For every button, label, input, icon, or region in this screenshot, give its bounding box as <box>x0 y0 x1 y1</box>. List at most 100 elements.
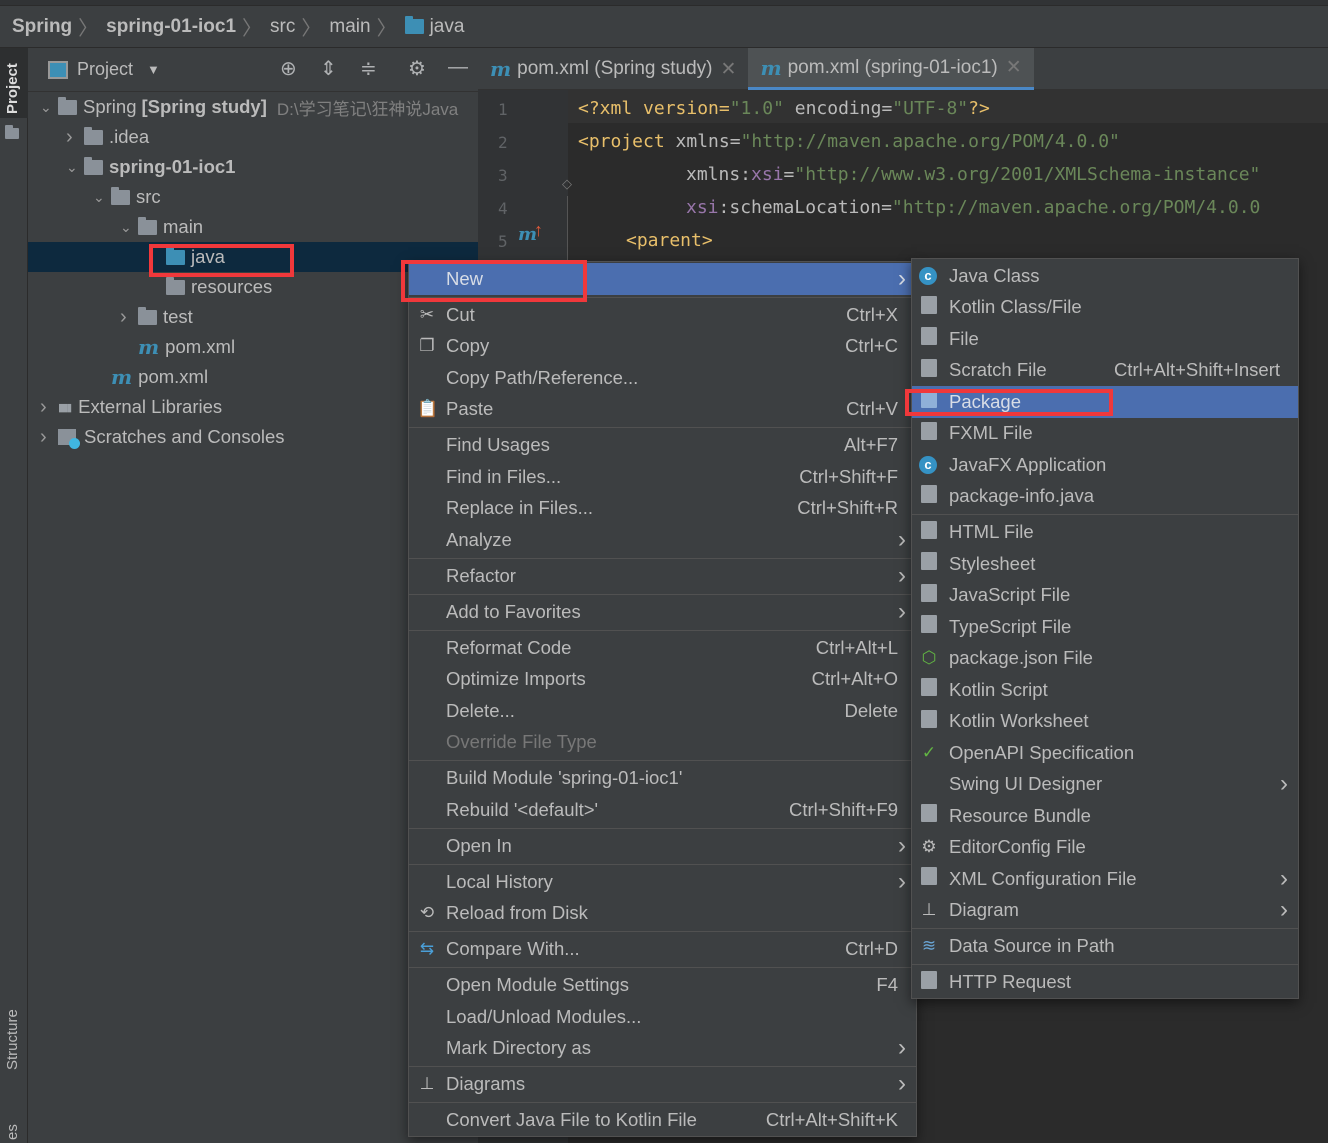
tree-item[interactable]: ⌄ main <box>28 212 478 242</box>
project-tool-tab[interactable]: Project <box>0 48 28 118</box>
menu-item-html-file[interactable]: HTML File <box>912 517 1298 549</box>
chevron-down-icon[interactable]: ⌄ <box>93 189 111 206</box>
menu-item-diagrams[interactable]: ⊥ Diagrams › <box>409 1069 916 1101</box>
expand-all-icon[interactable]: ⇕ <box>320 56 337 81</box>
menu-item-local-history[interactable]: Local History › <box>409 866 916 898</box>
close-icon[interactable]: ✕ <box>721 58 737 81</box>
menu-item-find-usages[interactable]: Find Usages Alt+F7 <box>409 430 916 462</box>
menu-item-javafx-application[interactable]: c JavaFX Application <box>912 449 1298 481</box>
menu-item-scratch-file[interactable]: Scratch File Ctrl+Alt+Shift+Insert <box>912 355 1298 387</box>
menu-item-resource-bundle[interactable]: Resource Bundle <box>912 800 1298 832</box>
chevron-right-icon: › <box>898 525 906 553</box>
menu-item-swing-ui-designer[interactable]: Swing UI Designer › <box>912 769 1298 801</box>
menu-item-paste[interactable]: 📋 Paste Ctrl+V <box>409 394 916 426</box>
structure-tool-tab[interactable]: Structure <box>4 1009 21 1070</box>
menu-item-shortcut: Ctrl+Alt+L <box>815 636 898 658</box>
chevron-right-icon[interactable]: › <box>120 306 138 329</box>
kotlin-file-icon <box>919 295 939 319</box>
menu-item-label: Reformat Code <box>446 636 572 658</box>
breadcrumb-item[interactable]: spring-01-ioc1 <box>106 16 236 38</box>
menu-item-reformat-code[interactable]: Reformat Code Ctrl+Alt+L <box>409 632 916 664</box>
menu-item-stylesheet[interactable]: Stylesheet <box>912 548 1298 580</box>
folder-icon <box>111 186 130 205</box>
menu-item-kotlin-worksheet[interactable]: Kotlin Worksheet <box>912 706 1298 738</box>
menu-item-openapi-specification[interactable]: ✓ OpenAPI Specification <box>912 737 1298 769</box>
chevron-right-icon[interactable]: › <box>66 126 84 149</box>
gear-icon[interactable]: ⚙ <box>408 56 426 81</box>
menu-item-new[interactable]: New › <box>409 263 916 295</box>
menu-item-http-request[interactable]: HTTP Request <box>912 967 1298 999</box>
menu-item-label: Replace in Files... <box>446 497 594 519</box>
menu-item-kotlin-class-file[interactable]: Kotlin Class/File <box>912 292 1298 324</box>
menu-item-diagram[interactable]: ⊥ Diagram › <box>912 895 1298 927</box>
menu-item-load-unload-modules[interactable]: Load/Unload Modules... <box>409 1001 916 1033</box>
menu-item-label: Swing UI Designer <box>949 773 1103 795</box>
menu-item-javascript-file[interactable]: JavaScript File <box>912 580 1298 612</box>
tab-pom-xml[interactable]: m pom.xml (Spring study) ✕ <box>478 48 748 90</box>
breadcrumb-item[interactable]: main <box>329 16 370 38</box>
menu-item-compare-with[interactable]: ⇆ Compare With... Ctrl+D <box>409 934 916 966</box>
collapse-all-icon[interactable]: ≑ <box>360 56 377 81</box>
folder-icon <box>404 16 424 34</box>
menu-item-build-module-spring-01-ioc1[interactable]: Build Module 'spring-01-ioc1' <box>409 763 916 795</box>
menu-item-delete[interactable]: Delete... Delete <box>409 695 916 727</box>
chevron-right-icon[interactable]: › <box>40 396 58 419</box>
fold-icon[interactable]: ◇ <box>562 176 572 192</box>
minimize-icon[interactable]: — <box>448 56 468 79</box>
menu-item-file[interactable]: File <box>912 323 1298 355</box>
breadcrumb-item[interactable]: java <box>430 16 465 38</box>
menu-item-label: Kotlin Script <box>949 678 1048 700</box>
tree-item[interactable]: ⌄ src <box>28 182 478 212</box>
tree-item-label: resources <box>191 276 273 297</box>
tree-item[interactable]: › .idea <box>28 122 478 152</box>
menu-item-refactor[interactable]: Refactor › <box>409 560 916 592</box>
menu-item-open-module-settings[interactable]: Open Module Settings F4 <box>409 970 916 1002</box>
menu-item-add-to-favorites[interactable]: Add to Favorites › <box>409 596 916 628</box>
menu-item-copy-path-reference[interactable]: Copy Path/Reference... <box>409 362 916 394</box>
menu-item-label: Load/Unload Modules... <box>446 1005 642 1027</box>
menu-item-mark-directory-as[interactable]: Mark Directory as › <box>409 1033 916 1065</box>
menu-item-kotlin-script[interactable]: Kotlin Script <box>912 674 1298 706</box>
menu-item-copy[interactable]: ❐ Copy Ctrl+C <box>409 331 916 363</box>
project-view-selector[interactable]: Project <box>77 59 133 80</box>
compare-icon: ⇆ <box>419 939 435 959</box>
copy-icon: ❐ <box>419 336 435 356</box>
locate-icon[interactable]: ⊕ <box>280 56 297 81</box>
menu-item-cut[interactable]: ✂ Cut Ctrl+X <box>409 299 916 331</box>
menu-item-package-info-java[interactable]: package-info.java <box>912 481 1298 513</box>
menu-item-label: Cut <box>446 303 475 325</box>
chevron-right-icon[interactable]: › <box>40 426 58 449</box>
menu-item-reload-from-disk[interactable]: ⟲ Reload from Disk <box>409 898 916 930</box>
tree-item[interactable]: ⌄ Spring [Spring study] D:\学习笔记\狂神说Java <box>28 92 478 122</box>
menu-item-java-class[interactable]: c Java Class <box>912 260 1298 292</box>
close-icon[interactable]: ✕ <box>1006 56 1022 79</box>
project-tool-label[interactable]: Project <box>4 63 21 114</box>
menu-item-convert-java-file-to-kotlin-file[interactable]: Convert Java File to Kotlin File Ctrl+Alt… <box>409 1105 916 1137</box>
menu-item-label: Add to Favorites <box>446 600 581 622</box>
menu-item-editorconfig-file[interactable]: ⚙ EditorConfig File <box>912 832 1298 864</box>
menu-item-fxml-file[interactable]: FXML File <box>912 418 1298 450</box>
favorites-tool-tab[interactable]: es <box>4 1124 21 1140</box>
menu-item-package-json-file[interactable]: ⬡ package.json File <box>912 643 1298 675</box>
menu-item-xml-configuration-file[interactable]: XML Configuration File › <box>912 863 1298 895</box>
menu-item-optimize-imports[interactable]: Optimize Imports Ctrl+Alt+O <box>409 664 916 696</box>
menu-item-data-source-in-path[interactable]: ≋ Data Source in Path <box>912 931 1298 963</box>
chevron-down-icon[interactable]: ▼ <box>147 62 160 77</box>
menu-item-typescript-file[interactable]: TypeScript File <box>912 611 1298 643</box>
tab-pom-xml[interactable]: m pom.xml (spring-01-ioc1) ✕ <box>748 48 1034 90</box>
breadcrumb-item[interactable]: Spring <box>12 16 72 38</box>
chevron-down-icon[interactable]: ⌄ <box>40 99 58 116</box>
file-icon <box>919 327 939 350</box>
menu-item-replace-in-files[interactable]: Replace in Files... Ctrl+Shift+R <box>409 493 916 525</box>
menu-item-open-in[interactable]: Open In › <box>409 830 916 862</box>
chevron-down-icon[interactable]: ⌄ <box>66 159 84 176</box>
menu-item-analyze[interactable]: Analyze › <box>409 524 916 556</box>
menu-item-label: Java Class <box>949 264 1040 286</box>
breadcrumb-item[interactable]: src <box>270 16 295 38</box>
menu-item-rebuild-default[interactable]: Rebuild '<default>' Ctrl+Shift+F9 <box>409 794 916 826</box>
menu-item-package[interactable]: Package <box>912 386 1298 418</box>
menu-item-find-in-files[interactable]: Find in Files... Ctrl+Shift+F <box>409 461 916 493</box>
tree-item[interactable]: ⌄ spring-01-ioc1 <box>28 152 478 182</box>
chevron-down-icon[interactable]: ⌄ <box>120 219 138 236</box>
nodejs-icon: ⬡ <box>921 648 937 668</box>
